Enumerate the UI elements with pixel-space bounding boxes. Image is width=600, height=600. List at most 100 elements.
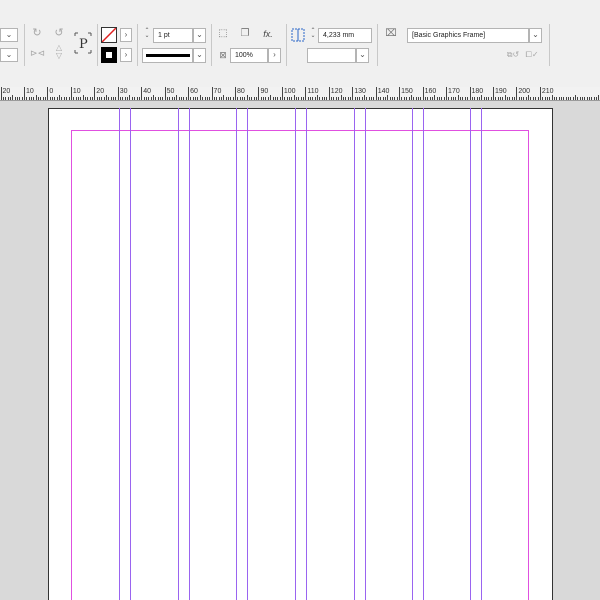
drop-shadow-icon[interactable]: ❐	[238, 27, 252, 41]
ruler-minor-tick	[242, 97, 243, 100]
ruler-minor-tick	[563, 97, 564, 100]
ruler-minor-tick	[430, 97, 431, 100]
stroke-style-field[interactable]	[307, 48, 356, 63]
ruler-minor-tick	[385, 97, 386, 100]
ruler-minor-tick	[5, 97, 6, 100]
ruler-minor-tick	[277, 97, 278, 100]
column-gutter-field[interactable]: 4,233 mm	[318, 28, 372, 43]
stroke-swatch-icon[interactable]	[101, 47, 117, 63]
ruler-minor-tick	[308, 97, 309, 100]
ruler-minor-tick	[52, 97, 53, 100]
ruler-minor-tick	[113, 97, 114, 100]
ruler-minor-tick	[556, 97, 557, 100]
stroke-type-select[interactable]	[142, 48, 193, 63]
opacity-dropdown[interactable]: ›	[268, 48, 281, 63]
frame-corner-icon[interactable]: ⬚	[216, 27, 230, 41]
ruler-minor-tick	[15, 97, 16, 100]
ruler-minor-tick	[54, 97, 55, 100]
ruler-minor-tick	[509, 97, 510, 100]
ruler-minor-tick	[221, 97, 222, 100]
ruler-minor-tick	[94, 97, 95, 100]
column-guide	[481, 108, 482, 600]
ruler-minor-tick	[270, 95, 271, 100]
ruler-minor-tick	[315, 97, 316, 100]
object-style-icon[interactable]: ⌧	[384, 27, 398, 41]
ruler-minor-tick	[195, 97, 196, 100]
ruler-minor-tick	[573, 97, 574, 100]
ruler-minor-tick	[493, 97, 494, 100]
stroke-style-dropdown[interactable]: ⌄	[356, 48, 369, 63]
rotate-counterclockwise-icon[interactable]: ↺	[52, 26, 66, 40]
ruler-minor-tick	[411, 95, 412, 100]
ruler-minor-tick	[549, 97, 550, 100]
column-guide	[423, 108, 424, 600]
ruler-minor-tick	[317, 95, 318, 100]
ruler-minor-tick	[444, 97, 445, 100]
ruler-minor-tick	[197, 97, 198, 100]
x-dropdown-button[interactable]: ⌄	[0, 28, 18, 42]
ruler-minor-tick	[31, 97, 32, 100]
stroke-type-dropdown[interactable]: ⌄	[193, 48, 206, 63]
ruler-minor-tick	[561, 97, 562, 100]
ruler-minor-tick	[533, 97, 534, 100]
object-style-dropdown[interactable]: ⌄	[529, 28, 542, 43]
ruler-minor-tick	[219, 97, 220, 100]
ruler-minor-tick	[329, 97, 330, 100]
ruler-minor-tick	[495, 97, 496, 100]
ruler-minor-tick	[174, 97, 175, 100]
ruler-minor-tick	[207, 97, 208, 100]
stroke-dropdown-button[interactable]: ›	[120, 48, 132, 62]
object-style-select[interactable]: [Basic Graphics Frame]	[407, 28, 529, 43]
ruler-minor-tick	[73, 97, 74, 100]
ruler-minor-tick	[129, 95, 130, 100]
ruler-minor-tick	[99, 97, 100, 100]
ruler-minor-tick	[345, 97, 346, 100]
flip-horizontal-icon[interactable]: ⊳⊲	[30, 46, 45, 60]
fill-dropdown-button[interactable]: ›	[120, 28, 132, 42]
clear-overrides-icon[interactable]: ⧉↺	[505, 48, 521, 62]
column-guide	[236, 108, 237, 600]
ruler-minor-tick	[341, 95, 342, 100]
ruler-minor-tick	[111, 97, 112, 100]
ruler-minor-tick	[247, 95, 248, 100]
ruler-label: 50	[166, 88, 175, 95]
ruler-minor-tick	[120, 97, 121, 100]
horizontal-ruler[interactable]: 20 10 0 10 20 30 40 50 60 70 80 90 100 110 120 130 140 15…	[0, 87, 600, 101]
ruler-minor-tick	[362, 97, 363, 100]
ruler-minor-tick	[108, 97, 109, 100]
ruler-minor-tick	[331, 97, 332, 100]
ruler-minor-tick	[373, 97, 374, 100]
ruler-minor-tick	[158, 97, 159, 100]
column-guide	[306, 108, 307, 600]
ruler-minor-tick	[383, 97, 384, 100]
ruler-minor-tick	[376, 97, 377, 100]
fill-none-icon[interactable]	[101, 27, 117, 43]
document-page[interactable]	[48, 108, 553, 600]
stroke-weight-dropdown[interactable]: ⌄	[193, 28, 206, 43]
opacity-field[interactable]: 100%	[230, 48, 268, 63]
ruler-minor-tick	[64, 97, 65, 100]
flip-vertical-icon[interactable]: △ ▽	[52, 44, 66, 62]
ruler-minor-tick	[3, 97, 4, 100]
ruler-minor-tick	[477, 97, 478, 100]
ruler-minor-tick	[230, 97, 231, 100]
ruler-minor-tick	[33, 97, 34, 100]
ruler-minor-tick	[144, 97, 145, 100]
y-dropdown-button[interactable]: ⌄	[0, 48, 18, 62]
column-guide	[247, 108, 248, 600]
column-gutter-stepper[interactable]: ⌃ ⌄	[309, 28, 317, 39]
redefine-style-icon[interactable]: ⧠✓	[525, 48, 539, 62]
text-frame-p-icon[interactable]: P	[72, 30, 94, 56]
ruler-minor-tick	[69, 97, 70, 100]
ruler-minor-tick	[394, 97, 395, 100]
fx-icon[interactable]: fx.	[260, 27, 276, 41]
ruler-minor-tick	[570, 97, 571, 100]
ruler-minor-tick	[423, 97, 424, 100]
rotate-clockwise-icon[interactable]: ↻	[30, 26, 44, 40]
ruler-minor-tick	[336, 97, 337, 100]
stroke-weight-field[interactable]: 1 pt	[153, 28, 193, 43]
ruler-label: 0	[49, 88, 54, 95]
ruler-minor-tick	[399, 97, 400, 100]
ruler-minor-tick	[287, 97, 288, 100]
stroke-weight-stepper[interactable]: ⌃ ⌄	[143, 28, 151, 39]
